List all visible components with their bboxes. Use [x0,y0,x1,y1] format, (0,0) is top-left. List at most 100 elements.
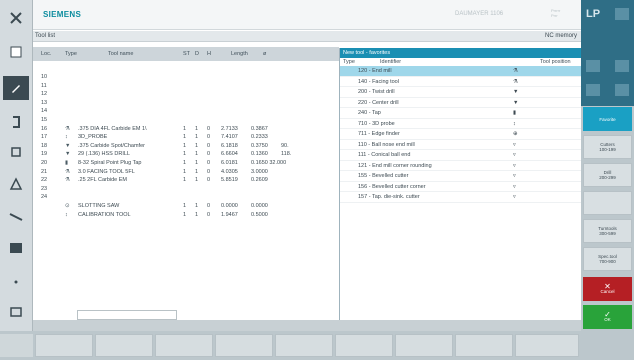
col-type[interactable]: Type [65,51,77,57]
table-row[interactable]: ⊙ SLOTTING SAW 1 1 0 0.0000 0.0000 [33,202,339,211]
bottom-softkey-6[interactable] [335,334,393,357]
bottom-softkey-corner[interactable] [0,334,33,357]
table-row[interactable]: 22 ⚗ .25 2FL Carbide EM 1 1 0 5.8519 0.2609 [33,176,339,185]
tool-type-item[interactable]: 111 - Conical ball end ▿ [340,150,581,161]
cell-loc: 18 [41,142,48,149]
turntools-button[interactable]: Turntools 300-599 [583,219,632,243]
tool-type-item[interactable]: 710 - 3D probe ↕ [340,119,581,129]
col-st[interactable]: ST [183,51,190,57]
tool-type-item[interactable]: 121 - End mill corner rounding ▿ [340,161,581,171]
drill-button[interactable]: Drill 200-299 [583,163,632,187]
cell-len: 2.7133 [221,125,238,132]
ok-label: OK [604,317,611,322]
table-row[interactable]: ↕ CALIBRATION TOOL 1 1 0 1.9467 0.5000 [33,211,339,220]
table-row[interactable]: 21 ⚗ 3.0 FACING TOOL 5FL 1 1 0 4.0305 3.0000 [33,168,339,177]
cell-type: ↕ [65,211,68,218]
close-icon[interactable] [3,6,29,30]
table-row[interactable]: 13 [33,99,339,108]
bracket-icon[interactable] [3,110,29,134]
bottom-softkey-5[interactable] [275,334,333,357]
bottom-softkey-9[interactable] [515,334,579,357]
softkey-top-area: LP [581,0,634,106]
cutters-button[interactable]: Cutters 100-199 [583,135,632,159]
table-row[interactable]: 19 ▼ 29 (.136) HSS DRILL 1 1 0 6.6604 0.1360 118… [33,150,339,159]
window-icon[interactable] [3,300,29,324]
tool-type-label: 710 - 3D probe [358,120,395,127]
horizontal-scrollbar[interactable] [33,320,581,331]
bottom-softkey-3[interactable] [155,334,213,357]
bottom-softkey-2[interactable] [95,334,153,357]
table-row[interactable]: 20 ▮ 8-32 Spiral Point Plug Tap 1 1 0 6.0181 0.… [33,159,339,168]
square-icon[interactable] [586,84,600,96]
empty-softkey[interactable] [583,191,632,215]
cell-d: 1 [195,202,199,209]
cell-loc: 12 [41,91,48,98]
triangle-icon[interactable] [3,172,29,196]
col-loc[interactable]: Loc. [41,51,51,57]
tool-name-field[interactable] [77,310,177,320]
left-toolbar [0,0,33,331]
tool-type-item[interactable]: 140 - Facing tool ⚗ [340,77,581,87]
tool-type-icon: ↕ [513,120,516,127]
table-row[interactable]: 16 ⚗ .375 DIA 4FL Carbide EM 1\ 1 1 0 2.7133 0.… [33,125,339,134]
cell-type: ⚗ [65,168,70,175]
cell-d: 1 [195,125,199,132]
tool-type-icon: ▼ [513,89,519,95]
spec-tools-button[interactable]: Spec.tool 700-900 [583,247,632,271]
table-row[interactable]: 11 [33,82,339,91]
tool-type-item[interactable]: 157 - Tap. die-sink. cutter ▿ [340,192,581,203]
status-text: DAUMAYER 1106 [455,11,504,17]
tool-type-item[interactable]: 240 - Tap ▮ [340,108,581,119]
cell-loc: 10 [41,74,48,80]
tool-type-item[interactable]: 156 - Bevelled cutter corner ▿ [340,182,581,192]
cell-h: 0 [207,211,211,218]
table-row[interactable]: 15 [33,116,339,125]
cell-loc: 17 [41,134,48,141]
square-icon[interactable] [615,84,629,96]
square-icon[interactable] [586,60,600,72]
cell-h: 0 [207,125,211,132]
col-length[interactable]: Length [231,51,248,57]
col-tool-name[interactable]: Tool name [108,51,133,57]
table-row[interactable]: 18 ▼ .375 Carbide Spot/Chamfer 1 1 0 6.1818 0.3… [33,142,339,151]
tool-type-item[interactable]: 155 - Bevelled cutter ▿ [340,171,581,182]
table-row[interactable]: 10 [33,73,339,82]
tool-type-item[interactable]: 110 - Ball nose end mill ▿ [340,140,581,150]
col-radius[interactable]: ø [263,51,266,57]
col-h[interactable]: H [207,51,211,57]
tool-type-item[interactable]: 711 - Edge finder ⊕ [340,129,581,140]
table-row[interactable]: 12 [33,90,339,99]
bottom-softkey-7[interactable] [395,334,453,357]
tool-type-label: 240 - Tap [358,110,381,116]
cell-len: 0.0000 [221,202,238,209]
tool-type-item[interactable]: 120 - End mill ⚗ [340,66,581,77]
table-row[interactable]: 23 [33,185,339,194]
ok-button[interactable]: ✓ OK [583,305,632,329]
tool-type-item[interactable]: 200 - Twist drill ▼ [340,87,581,98]
tool-icon[interactable] [3,140,29,164]
edit-icon[interactable] [3,76,29,100]
new-tool-dialog: New tool - favorites Type Identifier Too… [339,48,581,320]
grid-icon[interactable] [3,236,29,260]
tool-type-item[interactable]: 220 - Center drill ▼ [340,98,581,108]
table-row[interactable]: 17 ↕ 3D_PROBE 1 1 0 7.4107 0.2333 [33,133,339,142]
bottom-softkey-4[interactable] [215,334,273,357]
cell-type: ↕ [65,134,68,141]
cell-st: 1 [183,134,187,141]
square-icon[interactable] [615,60,629,72]
cell-name: 29 (.136) HSS DRILL [78,151,130,158]
square-icon[interactable] [3,40,29,64]
bottom-softkey-8[interactable] [455,334,513,357]
cell-rad: 3.0000 [251,168,268,175]
square-icon[interactable] [615,8,629,20]
slope-icon[interactable] [3,204,29,228]
table-row[interactable]: 24 [33,193,339,202]
cancel-button[interactable]: ✕ Cancel [583,277,632,301]
favorite-button[interactable]: Favorite [583,107,632,131]
tool-type-icon: ⊕ [513,131,518,137]
dot-icon[interactable] [3,270,29,294]
table-row[interactable]: 14 [33,107,339,116]
col-d[interactable]: D [195,51,199,57]
bottom-softkey-1[interactable] [35,334,93,357]
table-header: Loc. Type Tool name ST D H Length ø [33,47,339,61]
